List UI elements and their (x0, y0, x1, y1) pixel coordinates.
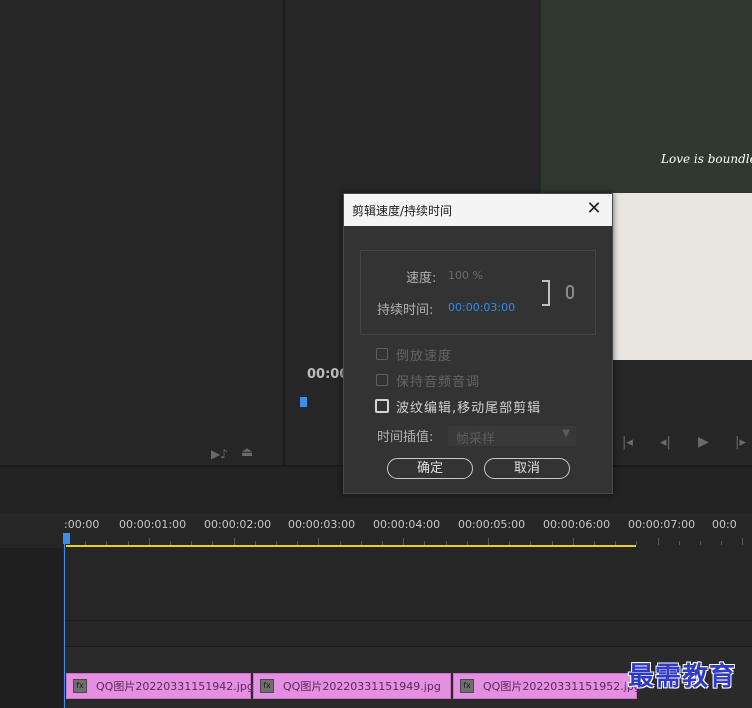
ruler-tick (657, 538, 659, 545)
ruler-label: :00:00 (64, 518, 100, 531)
time-interpolation-value: 帧采样 (456, 432, 496, 447)
maintain-audio-pitch-label: 保持音频音调 (396, 375, 481, 390)
dialog-title: 剪辑速度/持续时间 (352, 204, 453, 218)
ruler-tick (233, 538, 235, 545)
duration-label: 持续时间: (377, 303, 434, 318)
fx-badge-icon: fx (73, 679, 87, 693)
export-frame-icon[interactable]: ⏏ (241, 446, 253, 459)
ruler-tick (636, 541, 638, 545)
ruler-label: 00:0 (712, 518, 737, 531)
ruler-label: 00:00:01:00 (119, 518, 187, 531)
reverse-speed-checkbox[interactable] (376, 348, 388, 360)
close-icon[interactable]: ✕ (584, 199, 604, 219)
ruler-tick (572, 538, 574, 545)
ruler-label: 00:00:07:00 (628, 518, 696, 531)
source-monitor-panel (0, 0, 283, 465)
clip-name: QQ图片20220331151949.jpg (283, 680, 441, 693)
link-icon[interactable] (566, 285, 574, 299)
fx-badge-icon: fx (460, 679, 474, 693)
time-interpolation-select[interactable]: 帧采样 ▼ (448, 426, 576, 447)
ruler-tick (403, 538, 405, 545)
next-frame-icon[interactable]: |▸ (735, 436, 746, 449)
timeline-clip[interactable]: fx QQ图片20220331151949.jpg (253, 673, 451, 699)
speed-value[interactable]: 100 % (448, 269, 483, 282)
ruler-label: 00:00:04:00 (373, 518, 441, 531)
chevron-down-icon: ▼ (562, 428, 570, 439)
monitor-playhead-icon[interactable] (300, 397, 307, 407)
ruler-label: 00:00:05:00 (458, 518, 526, 531)
timeline-clip[interactable]: fx QQ图片20220331151952.jpg (453, 673, 641, 699)
duration-value[interactable]: 00:00:03:00 (448, 301, 515, 314)
ruler-tick (700, 541, 701, 545)
ruler-label: 00:00:03:00 (288, 518, 356, 531)
program-monitor-frame-lower (613, 193, 752, 360)
clip-name: QQ图片20220331151952.jpg (483, 680, 641, 693)
ruler-label: 00:00:02:00 (204, 518, 272, 531)
speed-duration-group (360, 250, 596, 335)
clip-speed-duration-dialog: 剪辑速度/持续时间 ✕ 速度: 100 % 持续时间: 00:00:03:00 … (343, 193, 613, 494)
maintain-audio-pitch-checkbox[interactable] (376, 374, 388, 386)
photo-caption: Love is boundless (661, 152, 752, 166)
insert-audio-icon[interactable]: ▶♪ (211, 448, 228, 460)
ruler-label: 00:00:06:00 (543, 518, 611, 531)
ruler-tick (488, 538, 489, 545)
ruler-tick (148, 538, 150, 545)
work-area-bar[interactable] (66, 545, 636, 547)
timeline-clip[interactable]: fx QQ图片20220331151942.jpg (66, 673, 254, 699)
ruler-tick (678, 541, 680, 545)
program-monitor-frame: Love is boundless (541, 0, 752, 193)
reverse-speed-label: 倒放速度 (396, 349, 453, 364)
link-bracket-icon (542, 280, 550, 306)
monitor-scrubber[interactable] (613, 397, 752, 411)
speed-label: 速度: (406, 271, 437, 286)
fx-badge-icon: fx (260, 679, 274, 693)
ruler-tick (742, 538, 744, 545)
ripple-edit-label: 波纹编辑,移动尾部剪辑 (396, 401, 542, 416)
clip-name: QQ图片20220331151942.jpg (96, 680, 254, 693)
prev-frame-icon[interactable]: ◂| (660, 436, 671, 449)
ruler-tick (721, 541, 723, 545)
playhead-handle[interactable] (63, 533, 70, 544)
dialog-titlebar[interactable]: 剪辑速度/持续时间 ✕ (344, 194, 612, 226)
step-back-icon[interactable]: |◂ (622, 436, 633, 449)
ripple-edit-checkbox[interactable] (375, 399, 389, 413)
watermark-logo: 最需教育 (628, 662, 737, 692)
track-header-area (0, 548, 63, 708)
cancel-button[interactable]: 取消 (484, 458, 570, 479)
ruler-tick (318, 538, 320, 545)
ok-button[interactable]: 确定 (387, 458, 473, 479)
play-icon[interactable]: ▶ (698, 435, 709, 449)
time-interpolation-label: 时间插值: (377, 430, 434, 445)
video-track-2[interactable] (65, 620, 752, 621)
